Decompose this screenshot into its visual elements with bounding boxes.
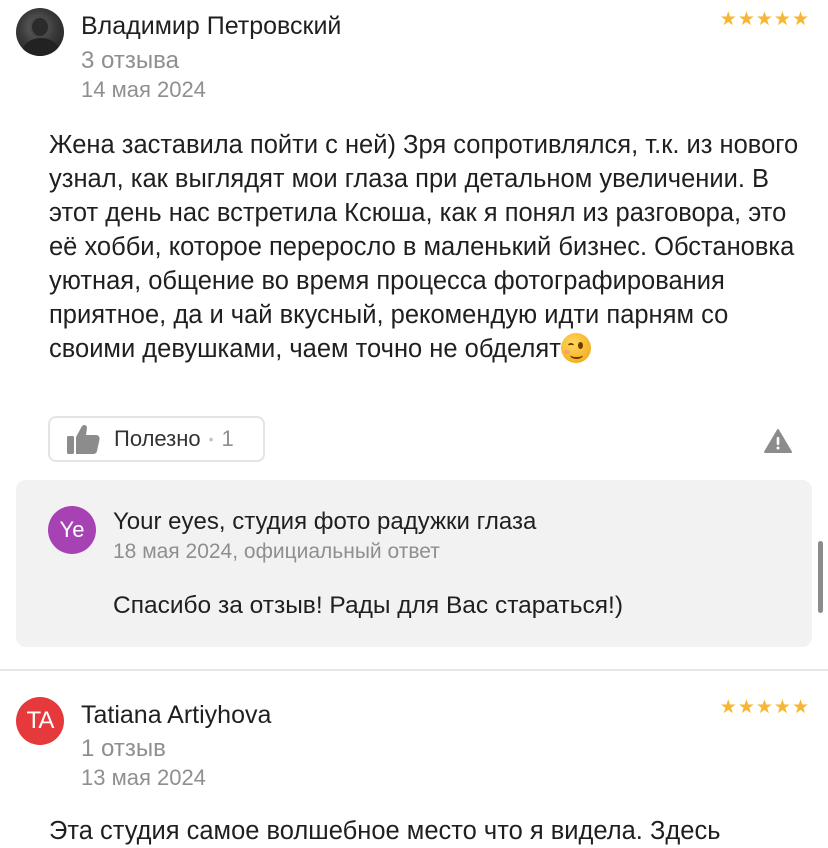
owner-reply: Ye Your eyes, студия фото радужки глаза …: [16, 480, 812, 647]
reply-avatar[interactable]: Ye: [48, 506, 96, 554]
author-name-2[interactable]: Tatiana Artiyhova: [81, 701, 271, 730]
star-icon: ★: [755, 697, 774, 718]
star-icon: ★: [755, 9, 774, 30]
separator-dot: •: [208, 431, 214, 447]
review-date-2: 13 мая 2024: [81, 765, 206, 790]
author-avatar[interactable]: [16, 8, 64, 56]
star-icon: ★: [737, 697, 756, 718]
rating-stars: ★★★★★: [720, 8, 810, 31]
review-date: 14 мая 2024: [81, 77, 206, 102]
useful-label: Полезно: [114, 426, 201, 451]
scrollbar-thumb[interactable]: [818, 541, 823, 613]
author-reviews-count-2: 1 отзыв: [81, 735, 166, 762]
star-icon: ★: [773, 9, 792, 30]
useful-count: 1: [221, 426, 234, 451]
divider: [0, 669, 828, 671]
star-icon: ★: [773, 697, 792, 718]
author-avatar-initials[interactable]: TA: [16, 697, 64, 745]
rating-stars-2: ★★★★★: [720, 696, 810, 719]
star-icon: ★: [791, 697, 810, 718]
author-name[interactable]: Владимир Петровский: [81, 12, 341, 41]
star-icon: ★: [737, 9, 756, 30]
review-text-content: Жена заставила пойти с ней) Зря сопротив…: [49, 131, 799, 363]
thumbs-up-icon: [67, 424, 100, 454]
reply-text: Спасибо за отзыв! Рады для Вас стараться…: [113, 592, 623, 619]
reply-meta: 18 мая 2024, официальный ответ: [113, 540, 440, 563]
reply-author[interactable]: Your eyes, студия фото радужки глаза: [113, 508, 536, 536]
review-text-2: Эта студия самое волшебное место что я в…: [49, 817, 721, 845]
star-icon: ★: [719, 697, 738, 718]
winking-face-emoji-icon: [560, 333, 591, 363]
author-reviews-count: 3 отзыва: [81, 47, 179, 74]
star-icon: ★: [719, 9, 738, 30]
warning-triangle-icon[interactable]: [764, 428, 792, 454]
useful-button[interactable]: Полезно • 1: [48, 416, 265, 462]
review-text: Жена заставила пойти с ней) Зря сопротив…: [49, 128, 809, 366]
star-icon: ★: [791, 9, 810, 30]
